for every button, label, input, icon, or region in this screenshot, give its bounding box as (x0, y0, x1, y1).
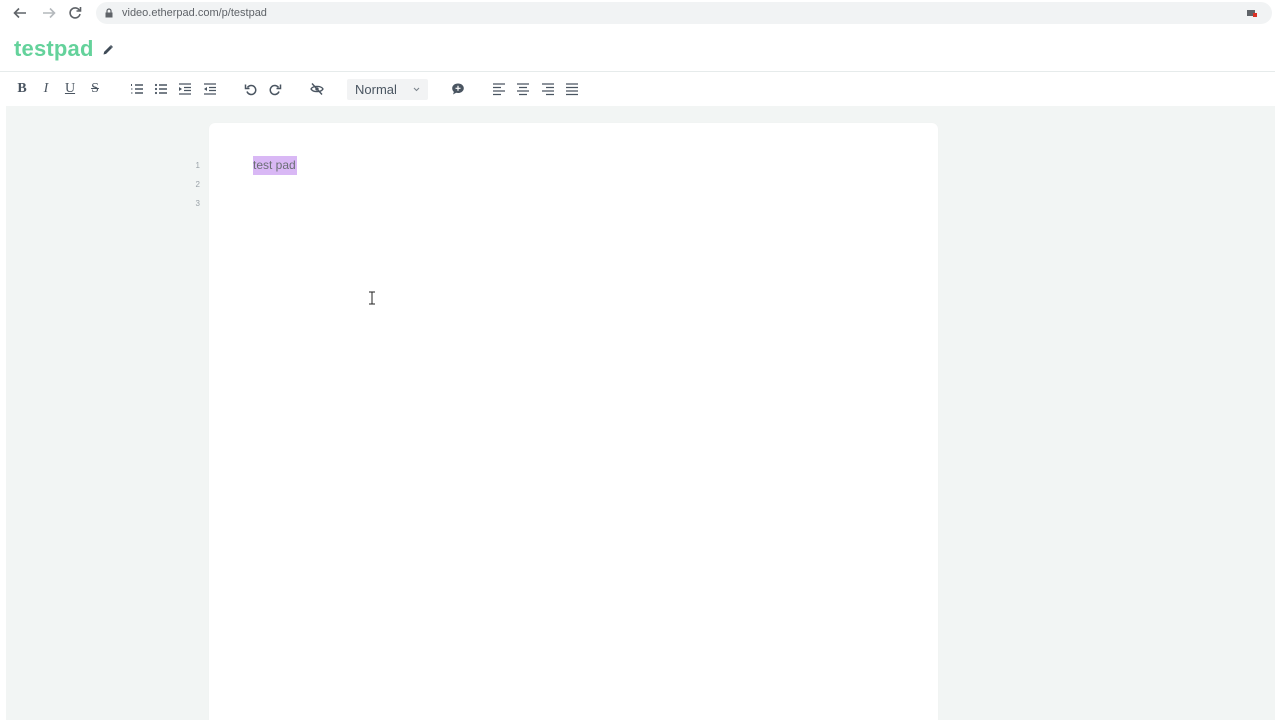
reload-button[interactable] (65, 3, 85, 23)
undo-button[interactable] (243, 81, 259, 97)
right-margin (1275, 26, 1280, 720)
outdent-icon (204, 83, 216, 95)
heading-format-select[interactable]: Normal (347, 79, 428, 100)
align-right-button[interactable] (540, 81, 556, 97)
line-number: 1 (195, 161, 200, 170)
forward-button[interactable] (39, 3, 59, 23)
bold-button[interactable]: B (14, 81, 30, 97)
align-left-icon (493, 83, 505, 96)
comment-button[interactable] (450, 81, 466, 97)
left-margin (0, 106, 6, 720)
underline-button[interactable]: U (62, 81, 78, 97)
undo-icon (244, 84, 257, 96)
clear-authorship-button[interactable] (309, 81, 325, 97)
extension-icon[interactable] (1246, 7, 1258, 19)
text-cursor-icon (369, 291, 375, 305)
strikethrough-button[interactable]: S (87, 81, 103, 97)
line-number: 3 (195, 199, 200, 208)
pad-header: testpad (0, 26, 1275, 72)
lock-icon (105, 8, 113, 18)
pad-title: testpad (14, 35, 94, 61)
align-justify-button[interactable] (564, 81, 580, 97)
eye-slash-icon (310, 83, 324, 95)
unordered-list-button[interactable] (153, 81, 169, 97)
browser-toolbar: video.etherpad.com/p/testpad (0, 0, 1280, 26)
chevron-down-icon (413, 87, 420, 92)
line-number: 2 (195, 180, 200, 189)
unordered-list-icon (154, 83, 167, 95)
ordered-list-icon (131, 84, 143, 94)
underline-icon: U (64, 81, 76, 96)
indent-icon (179, 83, 191, 95)
align-justify-icon (566, 83, 578, 96)
redo-icon (269, 84, 282, 96)
comment-icon (452, 83, 464, 95)
outdent-button[interactable] (202, 81, 218, 97)
ordered-list-button[interactable] (129, 81, 145, 97)
bold-icon: B (17, 81, 27, 96)
align-right-icon (542, 83, 554, 96)
indent-button[interactable] (177, 81, 193, 97)
align-center-icon (517, 83, 529, 96)
url-text: video.etherpad.com/p/testpad (122, 7, 267, 19)
align-center-button[interactable] (515, 81, 531, 97)
pad-document[interactable] (209, 123, 938, 720)
forward-icon (43, 7, 56, 19)
align-left-button[interactable] (491, 81, 507, 97)
back-button[interactable] (10, 3, 30, 23)
pencil-icon[interactable] (102, 44, 114, 56)
italic-icon: I (43, 81, 49, 96)
format-select-value: Normal (355, 82, 397, 97)
redo-button[interactable] (267, 81, 283, 97)
address-bar[interactable]: video.etherpad.com/p/testpad (96, 2, 1272, 24)
pad-line-text[interactable]: test pad (253, 156, 297, 175)
reload-icon (69, 7, 82, 19)
strikethrough-icon: S (91, 81, 99, 96)
editor-toolbar: B I U S (0, 72, 1275, 106)
italic-button[interactable]: I (38, 81, 54, 97)
back-icon (13, 7, 26, 19)
